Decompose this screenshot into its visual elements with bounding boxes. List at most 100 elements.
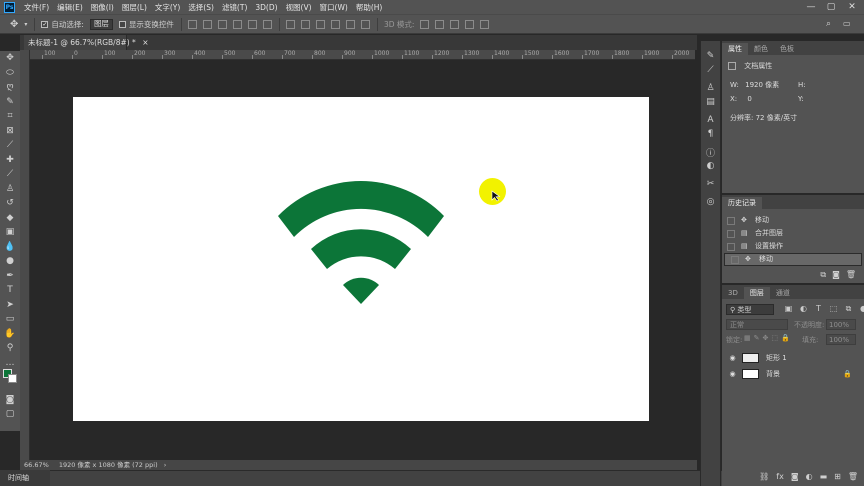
distribute-vcenter-icon[interactable] [300,19,310,29]
layer-style-icon[interactable]: fx [776,472,784,481]
tab-layers[interactable]: 图层 [743,287,770,299]
3d-orbit-icon[interactable] [420,19,430,29]
delete-layer-icon[interactable]: 🗑 [848,472,858,481]
hand-tool-icon[interactable]: ✋ [0,327,20,342]
blend-mode-dropdown[interactable]: 正常 [726,319,788,330]
distribute-left-icon[interactable] [330,19,340,29]
align-top-icon[interactable] [187,19,197,29]
frame-tool-icon[interactable]: ⊠ [0,124,20,139]
align-hcenter-icon[interactable] [247,19,257,29]
camera-icon[interactable]: ◙ [832,270,840,280]
menu-image[interactable]: 图像(I) [87,2,118,13]
blur-tool-icon[interactable]: 💧 [0,240,20,255]
more-tools-icon[interactable]: … [0,356,20,371]
layer-filter-dropdown[interactable]: ⚲ 类型 [726,304,774,315]
lock-transparent-icon[interactable]: ▦ [744,334,751,342]
tool-preset-chevron-icon[interactable]: ▾ [24,21,27,28]
background-color-swatch[interactable] [8,374,17,383]
auto-select-dropdown[interactable]: 图层 [89,18,113,30]
tab-3d[interactable]: 3D [722,287,744,299]
trash-icon[interactable]: 🗑 [846,270,856,280]
crop-tool-icon[interactable]: ⌗ [0,109,20,124]
healing-brush-icon[interactable]: ✚ [0,153,20,168]
menu-filter[interactable]: 滤镜(T) [218,2,251,13]
3d-slide-icon[interactable] [465,19,475,29]
zoom-tool-icon[interactable]: ⚲ [0,341,20,356]
type-filter-icon[interactable]: T [814,304,823,313]
link-layers-icon[interactable]: ⛓ [759,472,769,481]
history-snapshot-box[interactable] [727,216,735,225]
new-layer-icon[interactable]: ⊞ [834,472,841,481]
show-transform-checkbox[interactable] [118,20,126,28]
align-bottom-icon[interactable] [217,19,227,29]
brush-tool-icon[interactable]: ⟋ [0,167,20,182]
align-vcenter-icon[interactable] [202,19,212,29]
timeline-tab[interactable]: 时间轴 [0,470,50,486]
restore-button[interactable]: ▢ [822,0,840,14]
menu-view[interactable]: 视图(V) [282,2,316,13]
filter-toggle-icon[interactable]: ● [859,304,864,313]
adjustment-layer-icon[interactable]: ◐ [806,472,813,481]
show-transform-option[interactable]: 显示变换控件 [118,19,174,30]
history-item-selected[interactable]: ✥ 移动 [724,253,862,266]
history-item[interactable]: ▤ 设置操作 [724,240,862,253]
menu-file[interactable]: 文件(F) [20,2,53,13]
zoom-level[interactable]: 66.67% [24,461,49,469]
smart-object-filter-icon[interactable]: ⧉ [844,304,853,313]
eyedropper-tool-icon[interactable]: ⟋ [0,138,20,153]
document-tab[interactable]: 未标题-1 @ 66.7%(RGB/8#) * × [24,35,149,50]
type-tool-icon[interactable]: T [0,283,20,298]
move-tool-icon[interactable]: ✥ [10,19,18,30]
gradient-tool-icon[interactable]: ▣ [0,225,20,240]
new-group-icon[interactable]: ▬ [820,472,828,481]
character-icon[interactable]: A [701,113,720,127]
eye-icon[interactable]: ◉ [727,370,738,378]
dodge-tool-icon[interactable]: ● [0,254,20,269]
move-tool-icon[interactable]: ✥ [0,51,20,66]
rectangle-tool-icon[interactable]: ▭ [0,312,20,327]
menu-help[interactable]: 帮助(H) [352,2,387,13]
3d-icon[interactable]: ◎ [701,195,720,209]
quick-mask-icon[interactable]: ◙ [0,393,20,408]
align-left-icon[interactable] [232,19,242,29]
close-tab-icon[interactable]: × [142,38,148,47]
history-item[interactable]: ✥ 移动 [724,214,862,227]
document-canvas[interactable] [73,97,649,421]
history-snapshot-box[interactable] [727,229,735,238]
path-select-icon[interactable]: ➤ [0,298,20,313]
vertical-ruler[interactable] [20,50,30,460]
lock-all-icon[interactable]: 🔒 [781,334,790,342]
info-icon[interactable]: ⓘ [701,145,720,159]
distribute-right-icon[interactable] [360,19,370,29]
3d-scale-icon[interactable] [480,19,490,29]
status-expand-icon[interactable]: › [164,461,167,469]
marquee-tool-icon[interactable]: ⬭ [0,66,20,81]
menu-select[interactable]: 选择(S) [184,2,218,13]
brush-settings-icon[interactable]: ✎ [701,49,720,63]
lock-artboard-icon[interactable]: ⬚ [771,334,778,342]
distribute-hcenter-icon[interactable] [345,19,355,29]
eye-icon[interactable]: ◉ [727,354,738,362]
lock-position-icon[interactable]: ✥ [763,334,769,342]
history-brush-icon[interactable]: ↺ [0,196,20,211]
workspace-icon[interactable]: ▭ [843,19,851,28]
menu-layer[interactable]: 图层(L) [118,2,151,13]
horizontal-ruler[interactable]: 100 0 100 200 300 400 500 600 700 800 900 1000 1100 1… [30,50,695,60]
layer-name[interactable]: 矩形 1 [766,353,787,363]
pen-tool-icon[interactable]: ✒ [0,269,20,284]
3d-roll-icon[interactable] [435,19,445,29]
pixel-filter-icon[interactable]: ▣ [784,304,793,313]
history-item[interactable]: ▤ 合并图层 [724,227,862,240]
tab-history[interactable]: 历史记录 [722,197,762,209]
tool-presets-icon[interactable]: ✂ [701,177,720,191]
distribute-bottom-icon[interactable] [315,19,325,29]
eraser-tool-icon[interactable]: ◆ [0,211,20,226]
clone-source-icon[interactable]: ♙ [701,81,720,95]
auto-select-checkbox[interactable]: ✓ [41,20,49,28]
history-snapshot-box[interactable] [731,255,739,264]
tab-channels[interactable]: 通道 [770,287,796,299]
shape-filter-icon[interactable]: ⬚ [829,304,838,313]
auto-select-option[interactable]: ✓ 自动选择: [41,19,84,30]
minimize-button[interactable]: — [802,0,820,14]
layer-mask-icon[interactable]: ◙ [791,472,799,481]
